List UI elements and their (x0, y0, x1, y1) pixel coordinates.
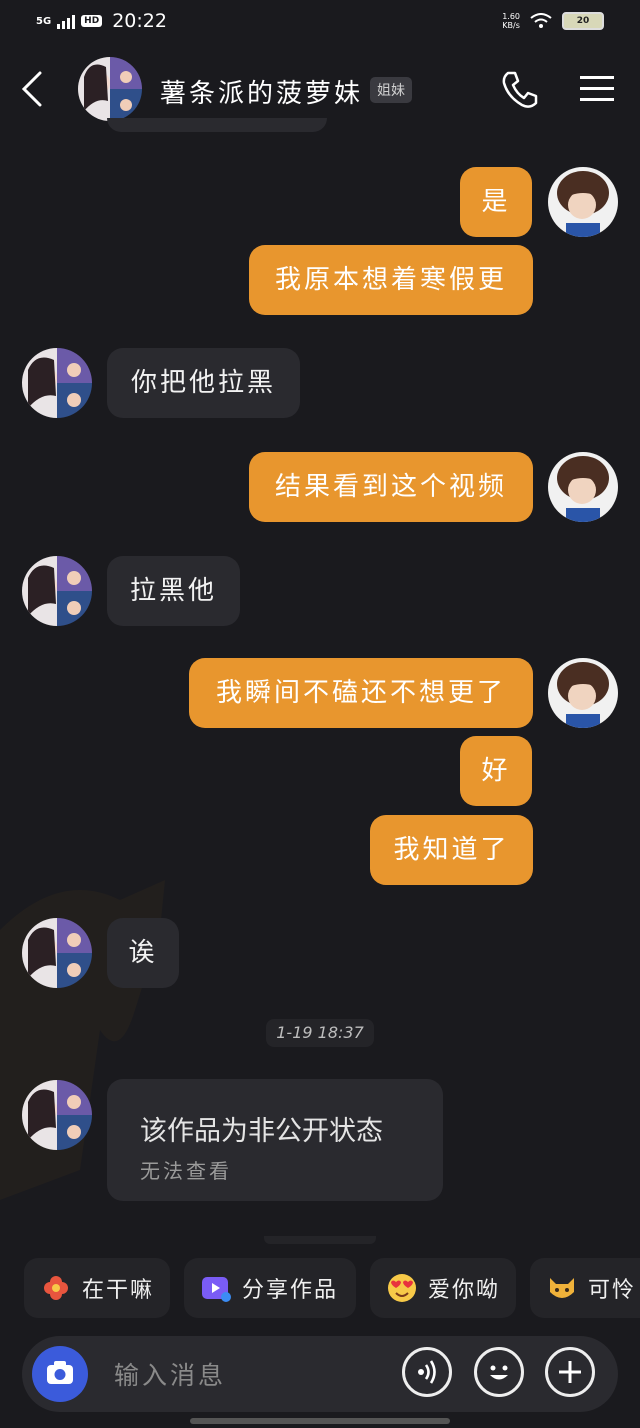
status-left: 5G HD 20:22 (36, 10, 167, 32)
chat-header: 薯条派的菠萝妹 姐妹 (0, 55, 640, 125)
contact-avatar[interactable] (22, 918, 92, 988)
relationship-tag: 姐妹 (370, 77, 412, 103)
partial-timestamp (264, 1236, 376, 1244)
battery-icon: 20 (562, 12, 604, 30)
heart-eyes-emoji-icon (386, 1272, 418, 1304)
quick-reply-chip[interactable]: 分享作品 (184, 1258, 356, 1318)
received-message[interactable]: 你把他拉黑 (107, 348, 300, 418)
wifi-icon (530, 13, 552, 28)
clock: 20:22 (112, 10, 167, 32)
card-title: 该作品为非公开状态 (140, 1116, 383, 1147)
card-subtitle: 无法查看 (140, 1159, 232, 1183)
quick-reply-chip[interactable]: 可怜 (530, 1258, 640, 1318)
flower-icon (40, 1272, 72, 1304)
quick-reply-chip[interactable]: 爱你呦 (370, 1258, 516, 1318)
sent-message[interactable]: 好 (460, 736, 532, 806)
status-right: 1.60 KB/s 20 (502, 12, 604, 30)
sent-message[interactable]: 我瞬间不磕还不想更了 (189, 658, 533, 728)
my-avatar[interactable] (548, 167, 618, 237)
network-type: 5G (36, 15, 52, 27)
status-bar: 5G HD 20:22 1.60 KB/s 20 (0, 0, 640, 50)
plus-icon (559, 1361, 581, 1383)
message-timestamp: 1-19 18:37 (266, 1019, 374, 1047)
hd-badge: HD (81, 15, 103, 27)
received-message[interactable]: 拉黑他 (107, 556, 240, 626)
menu-icon[interactable] (578, 73, 616, 105)
contact-avatar[interactable] (22, 556, 92, 626)
signal-icon (57, 13, 76, 29)
contact-avatar[interactable] (78, 57, 142, 121)
contact-avatar[interactable] (22, 1080, 92, 1150)
sent-message[interactable]: 我原本想着寒假更 (249, 245, 533, 315)
chip-label: 可怜 (588, 1278, 637, 1303)
sent-message[interactable]: 结果看到这个视频 (249, 452, 533, 522)
message-input-bar: 输入消息 (22, 1336, 618, 1412)
camera-button[interactable] (32, 1346, 88, 1402)
more-button[interactable] (545, 1347, 595, 1397)
contact-avatar[interactable] (22, 348, 92, 418)
chip-label: 在干嘛 (82, 1278, 155, 1303)
my-avatar[interactable] (548, 658, 618, 728)
partial-message (107, 118, 327, 132)
voice-button[interactable] (402, 1347, 452, 1397)
voice-icon (418, 1360, 436, 1384)
message-input[interactable]: 输入消息 (114, 1356, 226, 1392)
quick-reply-chip[interactable]: 在干嘛 (24, 1258, 170, 1318)
smiley-icon (490, 1365, 508, 1380)
cat-emoji-icon (546, 1272, 578, 1304)
home-indicator (190, 1418, 450, 1424)
my-avatar[interactable] (548, 452, 618, 522)
camera-icon (47, 1361, 73, 1384)
net-speed: 1.60 KB/s (502, 12, 520, 30)
chip-label: 分享作品 (242, 1278, 339, 1303)
received-message[interactable]: 诶 (107, 918, 179, 988)
back-arrow-icon[interactable] (18, 71, 50, 107)
chip-label: 爱你呦 (428, 1278, 501, 1303)
sent-message[interactable]: 我知道了 (370, 815, 533, 885)
contact-name: 薯条派的菠萝妹 (160, 79, 364, 109)
sent-message[interactable]: 是 (460, 167, 532, 237)
video-share-icon (200, 1272, 232, 1304)
phone-icon[interactable] (500, 69, 538, 109)
shared-work-card[interactable]: 该作品为非公开状态 无法查看 (107, 1079, 443, 1201)
emoji-button[interactable] (474, 1347, 524, 1397)
